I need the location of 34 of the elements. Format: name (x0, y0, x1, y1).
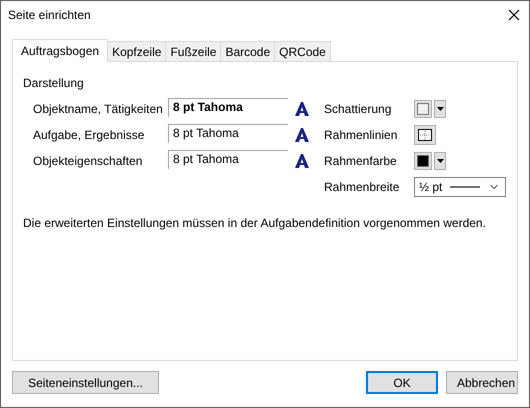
dialog-button[interactable]: OK (366, 371, 438, 394)
caret-icon (436, 107, 444, 111)
window-title: Seite einrichten (8, 8, 91, 22)
border-lines-button[interactable] (414, 125, 436, 145)
tab[interactable]: Fußzeile (165, 41, 222, 61)
field-label: Objekteigenschaften (33, 154, 144, 168)
caret-icon (490, 184, 498, 190)
dropdown-button[interactable] (434, 100, 446, 118)
caret-icon (436, 159, 444, 163)
font-icon[interactable] (294, 128, 310, 142)
field-label: Objektname, Tätigkeiten (33, 102, 164, 116)
group-title: Darstellung (23, 76, 85, 90)
dialog-button[interactable]: Seiteneinstellungen... (12, 371, 159, 394)
font-field[interactable]: 8 pt Tahoma (168, 124, 288, 143)
dropdown-button[interactable] (434, 152, 446, 170)
info-text: Die erweiterten Einstellungen müssen in der Aufgabendefinition vorgenommen werden. (23, 216, 487, 230)
font-icon[interactable] (294, 102, 310, 116)
tab[interactable]: Auftragsbogen (12, 39, 108, 62)
tab[interactable]: Kopfzeile (107, 41, 166, 61)
field-label: Schattierung (324, 102, 392, 116)
color-swatch-button[interactable] (414, 152, 432, 170)
field-label: Aufgabe, Ergebnisse (33, 128, 146, 142)
font-field[interactable]: 8 pt Tahoma (168, 150, 288, 169)
dialog-button[interactable]: Abbrechen (446, 371, 518, 394)
tab[interactable]: Barcode (220, 41, 276, 61)
font-icon[interactable] (294, 154, 310, 168)
close-icon[interactable] (507, 8, 521, 22)
line-width-dropdown[interactable]: ½ pt (414, 177, 506, 197)
field-label: Rahmenbreite (324, 180, 400, 194)
font-field[interactable]: 8 pt Tahoma (168, 98, 288, 117)
tab[interactable]: QRCode (274, 41, 331, 61)
field-label: Rahmenlinien (324, 128, 398, 142)
color-swatch-button[interactable] (414, 100, 432, 118)
field-label: Rahmenfarbe (324, 154, 398, 168)
